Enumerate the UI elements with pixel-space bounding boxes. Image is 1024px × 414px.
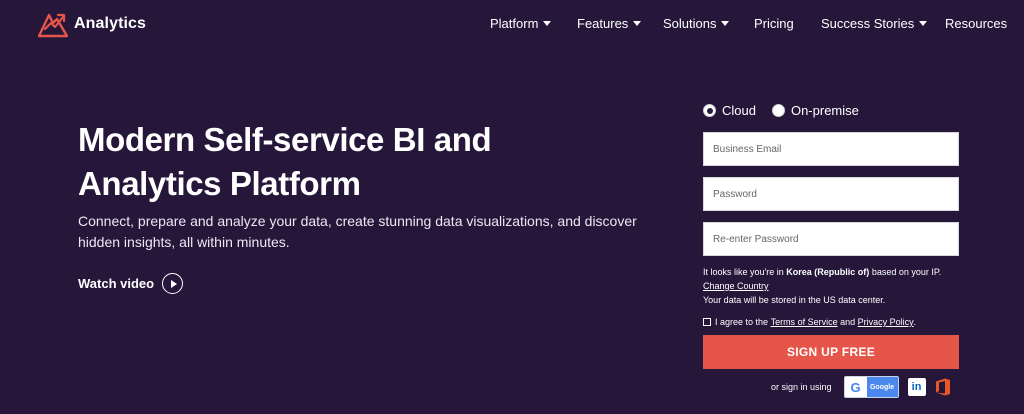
terms-checkbox[interactable] [703,318,711,326]
play-icon [162,273,184,294]
nav-item-success-stories[interactable]: Success Stories [821,16,928,31]
nav-label: Resources [945,16,1008,31]
nav-item-solutions[interactable]: Solutions [663,16,730,31]
google-signin-button[interactable]: G Google [843,376,899,398]
terms-agreement: I agree to the Terms of Service and Priv… [703,317,916,327]
watch-video-button[interactable]: Watch video [78,273,184,294]
privacy-policy-link[interactable]: Privacy Policy [858,317,914,327]
business-email-field[interactable] [703,132,959,166]
password-field[interactable] [703,177,959,211]
nav-item-pricing[interactable]: Pricing [754,16,794,31]
change-country-link[interactable]: Change Country [703,281,769,291]
alt-signin: or sign in using G Google in [771,376,951,398]
header: Analytics Platform Features Solutions Pr… [0,0,1024,48]
deployment-options: Cloud On-premise [703,103,875,118]
location-country: Korea (Republic of) [786,267,870,277]
nav-label: Solutions [663,16,717,31]
nav-label: Features [577,16,629,31]
nav-label: Platform [490,16,539,31]
google-label: Google [866,377,898,397]
hero-title: Modern Self-service BI and Analytics Pla… [78,118,598,206]
linkedin-icon[interactable]: in [907,378,926,396]
radio-checked-icon [703,104,716,117]
nav-item-platform[interactable]: Platform [490,16,552,31]
location-suffix: based on your IP. [871,267,942,277]
nav-label: Pricing [754,16,794,31]
sign-up-free-button[interactable]: SIGN UP FREE [703,335,959,369]
terms-of-service-link[interactable]: Terms of Service [771,317,838,327]
agree-prefix: I agree to the [715,317,769,327]
nav-item-resources[interactable]: Resources [945,16,1007,31]
datacenter-note: Your data will be stored in the US data … [703,295,886,305]
radio-unchecked-icon [771,104,785,117]
alt-signin-label: or sign in using [771,382,832,392]
agree-and: and [840,317,856,327]
caret-down-icon [721,21,730,26]
office365-icon[interactable] [935,378,951,396]
caret-down-icon [633,21,642,26]
reenter-password-field[interactable] [703,222,959,256]
hero-description: Connect, prepare and analyze your data, … [78,213,637,250]
radio-label: Cloud [722,103,756,118]
radio-label: On-premise [790,103,859,118]
nav-label: Success Stories [821,16,915,31]
location-prefix: It looks like you're in [703,267,784,277]
caret-down-icon [543,21,552,26]
hero-title-line2: Analytics Platform [78,165,361,202]
main-nav: Platform Features Solutions Pricing Succ… [0,16,1024,34]
agree-period: . [913,317,917,327]
caret-down-icon [919,21,928,26]
google-icon: G [844,377,867,397]
radio-on-premise[interactable]: On-premise [771,103,859,118]
nav-item-features[interactable]: Features [577,16,642,31]
watch-video-label: Watch video [78,276,155,291]
location-notice: It looks like you're in Korea (Republic … [703,265,963,307]
radio-cloud[interactable]: Cloud [703,103,756,118]
hero-title-line1: Modern Self-service BI and [78,121,492,158]
